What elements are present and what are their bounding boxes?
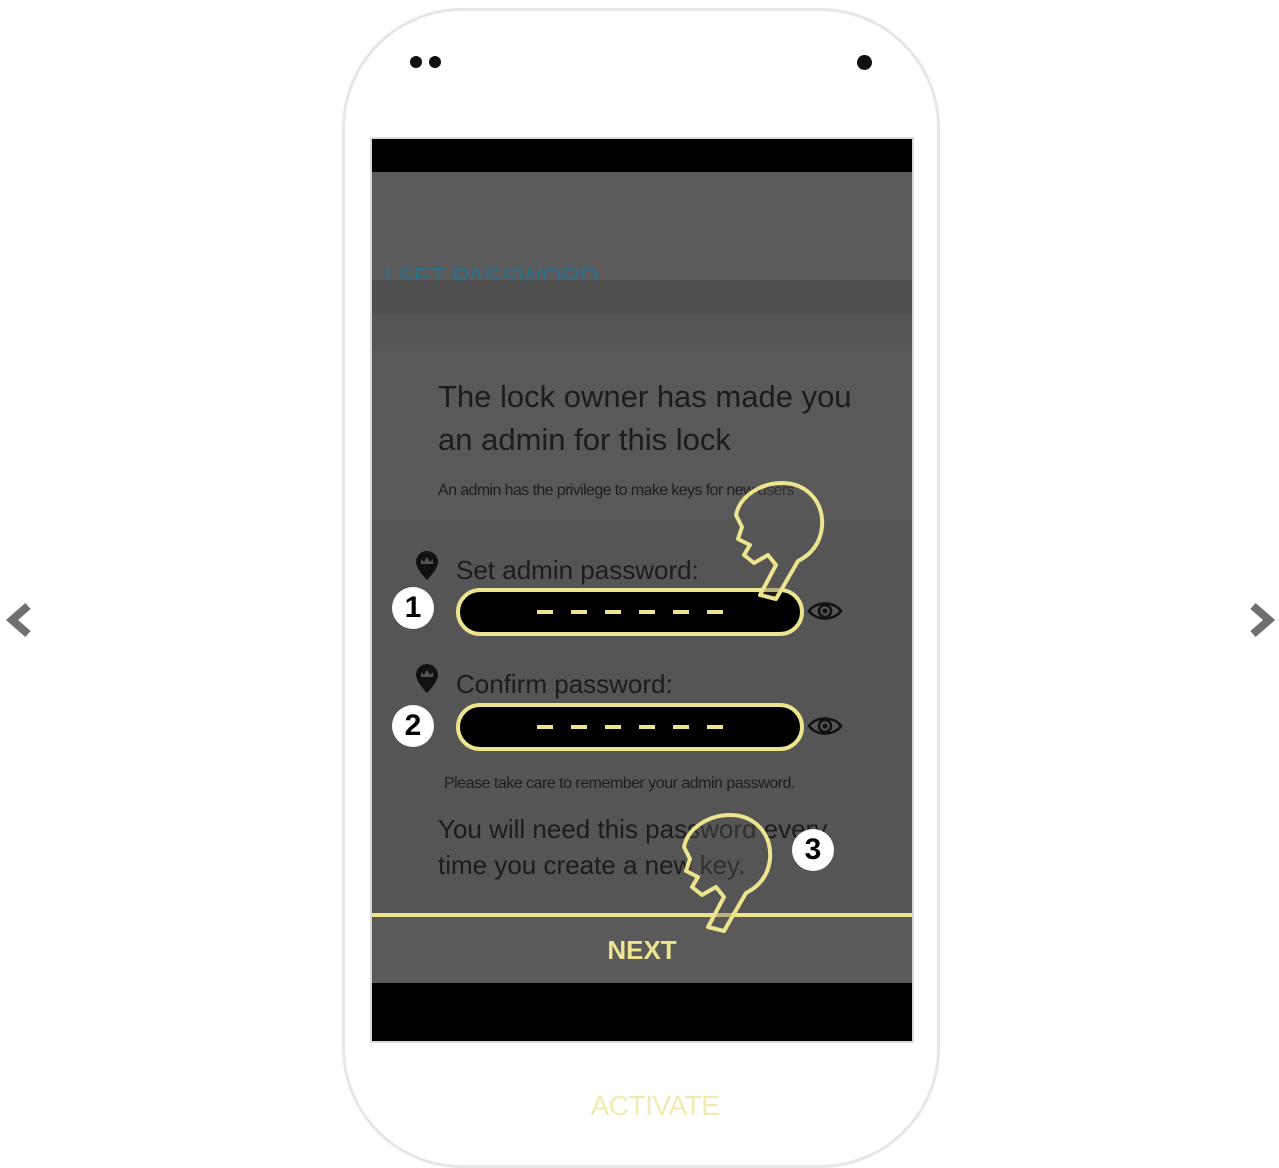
password-dot xyxy=(639,610,655,614)
confirm-password-label: Confirm password: xyxy=(456,669,673,699)
password-dot xyxy=(537,610,553,614)
remember-note: Please take care to remember your admin … xyxy=(444,775,795,792)
divider-band xyxy=(372,314,912,350)
password-dot xyxy=(707,725,723,729)
next-button[interactable]: NEXT xyxy=(372,917,912,983)
sub-header-strip xyxy=(372,280,912,314)
speaker-dot xyxy=(410,56,422,68)
crown-pin-icon xyxy=(414,664,440,694)
chevron-left-icon[interactable] xyxy=(4,600,34,640)
system-nav-bar xyxy=(372,983,912,1041)
pointing-hand-icon xyxy=(668,807,778,942)
step-badge-3: 3 xyxy=(792,829,834,871)
password-dot xyxy=(605,725,621,729)
step-badge-2: 2 xyxy=(392,705,434,747)
crown-pin-icon xyxy=(414,551,440,581)
password-dot xyxy=(605,610,621,614)
password-dot xyxy=(571,725,587,729)
password-dot xyxy=(673,725,689,729)
status-bar xyxy=(372,139,912,172)
phone-screen: | SET PASSWORD The lock owner has made y… xyxy=(370,137,914,1043)
intro-heading: The lock owner has made you an admin for… xyxy=(438,379,852,457)
password-dot xyxy=(537,725,553,729)
eye-icon[interactable] xyxy=(806,713,844,739)
pointing-hand-icon xyxy=(720,475,830,610)
step-badge-1: 1 xyxy=(392,587,434,629)
confirm-password-field[interactable] xyxy=(456,703,804,751)
speaker-dot xyxy=(429,56,441,68)
camera-dot xyxy=(857,55,872,70)
admin-password-label: Set admin password: xyxy=(456,555,699,585)
password-dot xyxy=(571,610,587,614)
password-dot xyxy=(639,725,655,729)
password-dot xyxy=(673,610,689,614)
chevron-right-icon[interactable] xyxy=(1247,600,1277,640)
password-dot xyxy=(707,610,723,614)
app-bar: | SET PASSWORD xyxy=(372,172,912,292)
tutorial-stage: | SET PASSWORD The lock owner has made y… xyxy=(0,0,1279,1168)
activate-button[interactable]: ACTIVATE xyxy=(560,1090,750,1122)
